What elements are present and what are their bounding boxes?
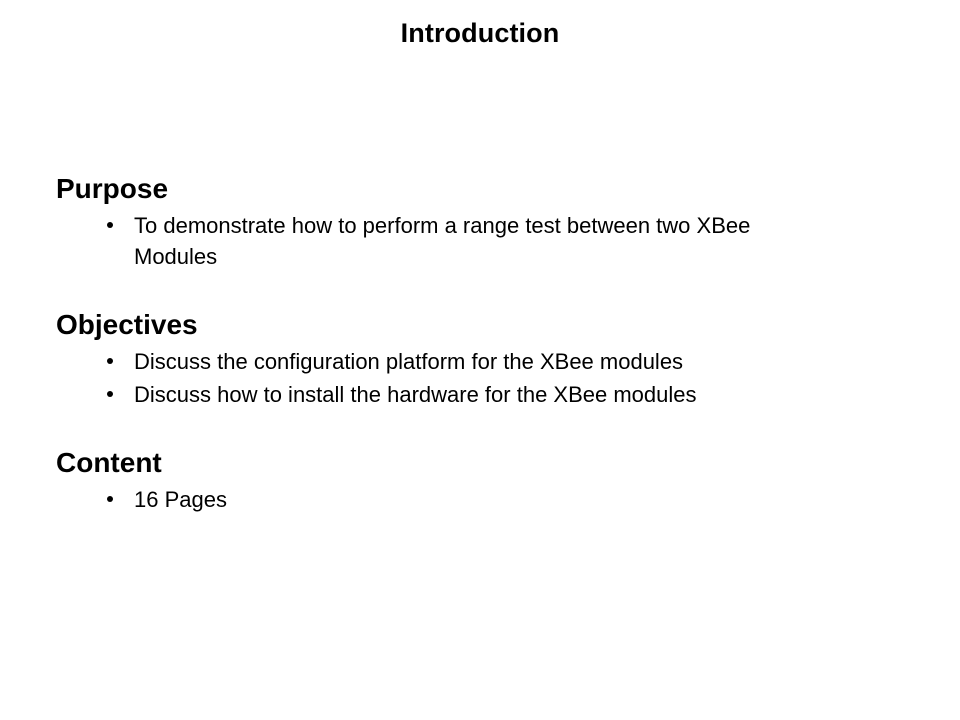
section-heading-content: Content <box>56 447 162 478</box>
bullet-list-content: 16 Pages <box>56 484 916 515</box>
list-item: To demonstrate how to perform a range te… <box>56 210 916 272</box>
list-item-label: To demonstrate how to perform a range te… <box>134 213 751 269</box>
section-objectives: Objectives Discuss the configuration pla… <box>56 308 916 410</box>
list-item: Discuss how to install the hardware for … <box>56 379 916 410</box>
presentation-slide: Introduction Purpose To demonstrate how … <box>0 0 960 720</box>
list-item-label: Discuss how to install the hardware for … <box>134 382 697 407</box>
section-purpose: Purpose To demonstrate how to perform a … <box>56 172 916 272</box>
section-heading-purpose: Purpose <box>56 173 169 204</box>
slide-body: Purpose To demonstrate how to perform a … <box>56 172 916 515</box>
list-item-label: 16 Pages <box>134 487 227 512</box>
list-item: Discuss the configuration platform for t… <box>56 346 916 377</box>
bullet-list-objectives: Discuss the configuration platform for t… <box>56 346 916 410</box>
list-item: 16 Pages <box>56 484 916 515</box>
bullet-list-purpose: To demonstrate how to perform a range te… <box>56 210 916 272</box>
page-title: Introduction <box>400 18 560 48</box>
list-item-label: Discuss the configuration platform for t… <box>134 349 684 374</box>
bullet-dot-icon <box>107 222 113 228</box>
bullet-dot-icon <box>107 496 113 502</box>
bullet-dot-icon <box>107 391 113 397</box>
section-content: Content 16 Pages <box>56 446 916 515</box>
section-heading-objectives: Objectives <box>56 309 198 340</box>
bullet-dot-icon <box>107 358 113 364</box>
